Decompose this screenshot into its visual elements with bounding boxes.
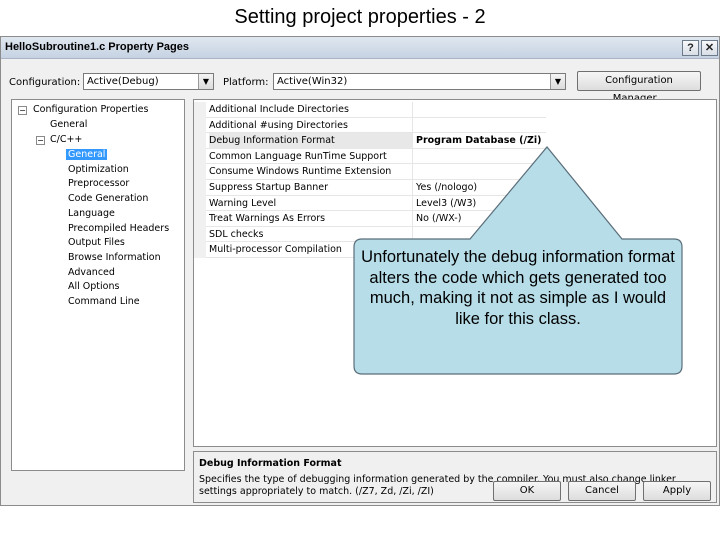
callout-text: Unfortunately the debug information form… <box>361 248 675 328</box>
